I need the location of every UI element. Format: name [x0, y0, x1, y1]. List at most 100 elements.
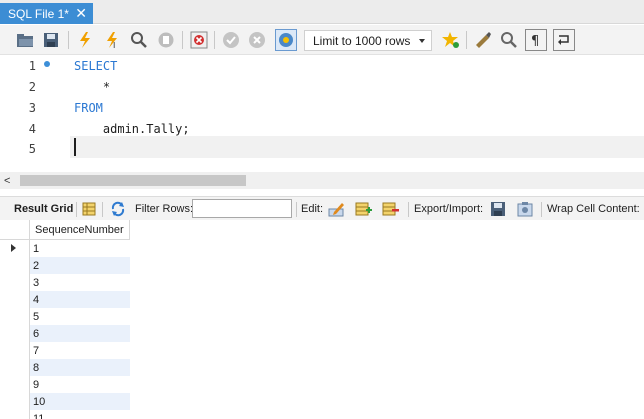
grid-header: SequenceNumber: [0, 220, 130, 240]
code-line[interactable]: SELECT: [74, 59, 117, 73]
import-icon[interactable]: [517, 197, 535, 221]
table-cell[interactable]: 11: [30, 410, 130, 419]
edit-text: Edit:: [301, 203, 324, 215]
toggle-error-icon[interactable]: [188, 29, 210, 51]
table-row[interactable]: 3: [0, 274, 130, 291]
result-grid[interactable]: SequenceNumber 1 2 3 4 5 6 7 8 9 10 11: [0, 220, 644, 419]
export-icon[interactable]: [490, 197, 508, 221]
table-cell[interactable]: 4: [30, 291, 130, 308]
rollback-icon[interactable]: [246, 29, 268, 51]
refresh-icon[interactable]: [110, 197, 126, 221]
horizontal-scrollbar[interactable]: <: [0, 172, 644, 189]
table-cell[interactable]: 9: [30, 376, 130, 393]
table-row[interactable]: 11: [0, 410, 130, 419]
result-grid-tab[interactable]: Result Grid: [14, 197, 73, 221]
row-header[interactable]: [0, 393, 30, 410]
table-row[interactable]: 7: [0, 342, 130, 359]
save-icon[interactable]: [40, 29, 62, 51]
filter-rows-input[interactable]: [192, 199, 292, 218]
scroll-left-icon[interactable]: <: [4, 175, 10, 187]
find-icon[interactable]: [498, 29, 520, 51]
tab-sql-file-1[interactable]: SQL File 1* ✕: [0, 3, 93, 24]
table-row[interactable]: 5: [0, 308, 130, 325]
line-number: 5: [28, 142, 36, 156]
table-cell[interactable]: 6: [30, 325, 130, 342]
table-cell[interactable]: 7: [30, 342, 130, 359]
table-row[interactable]: 9: [0, 376, 130, 393]
row-header[interactable]: [0, 257, 30, 274]
table-cell[interactable]: 5: [30, 308, 130, 325]
line-number: 1: [28, 59, 36, 73]
result-toolbar: Result Grid Filter Rows: Edit: Export/Im…: [0, 196, 644, 222]
invisible-chars-icon[interactable]: ¶: [525, 29, 547, 51]
table-row[interactable]: 6: [0, 325, 130, 342]
line-number: 4: [28, 122, 36, 136]
filter-rows-label: Filter Rows:: [135, 197, 193, 221]
tab-strip: SQL File 1* ✕: [0, 0, 644, 24]
row-header-corner: [0, 220, 30, 240]
toolbar-separator: [296, 202, 297, 217]
table-row[interactable]: 1: [0, 240, 130, 257]
table-cell[interactable]: 10: [30, 393, 130, 410]
explain-icon[interactable]: [128, 29, 150, 51]
wrap-cell-text: Wrap Cell Content:: [547, 203, 640, 215]
row-header[interactable]: [0, 240, 30, 257]
sql-editor[interactable]: 1 SELECT 2 * 3 FROM 4 admin.Tally; 5: [0, 56, 644, 172]
export-import-label: Export/Import:: [414, 197, 483, 221]
code-line[interactable]: FROM: [74, 101, 103, 115]
code-line[interactable]: *: [74, 80, 110, 94]
table-cell[interactable]: 1: [30, 240, 130, 257]
scrollbar-thumb[interactable]: [20, 175, 246, 186]
tab-title: SQL File 1*: [8, 6, 69, 21]
limit-rows-value: Limit to 1000 rows: [313, 33, 411, 48]
row-header[interactable]: [0, 308, 30, 325]
row-header[interactable]: [0, 342, 30, 359]
beautify-icon[interactable]: [472, 29, 494, 51]
table-cell[interactable]: 2: [30, 257, 130, 274]
code-line[interactable]: admin.Tally;: [74, 122, 190, 136]
toolbar-separator: [102, 202, 103, 217]
row-header[interactable]: [0, 325, 30, 342]
table-row[interactable]: 10: [0, 393, 130, 410]
row-header[interactable]: [0, 274, 30, 291]
table-row[interactable]: 8: [0, 359, 130, 376]
execute-icon[interactable]: [74, 29, 96, 51]
row-header[interactable]: [0, 291, 30, 308]
autocommit-icon[interactable]: [275, 29, 297, 51]
row-header[interactable]: [0, 376, 30, 393]
statement-marker-icon: [44, 61, 50, 67]
toolbar-separator: [541, 202, 542, 217]
table-cell[interactable]: 3: [30, 274, 130, 291]
line-number: 3: [28, 101, 36, 115]
toolbar-separator: [214, 31, 215, 49]
edit-label: Edit:: [301, 197, 323, 221]
wrap-cell-content-label: Wrap Cell Content:: [547, 197, 640, 221]
table-row[interactable]: 2: [0, 257, 130, 274]
column-header-label: SequenceNumber: [35, 223, 124, 236]
limit-rows-select[interactable]: Limit to 1000 rows: [304, 30, 432, 51]
toolbar-separator: [68, 31, 69, 49]
edit-row-icon[interactable]: [328, 197, 346, 221]
bookmark-icon[interactable]: [440, 29, 462, 51]
filter-rows-text: Filter Rows:: [135, 203, 194, 215]
column-header[interactable]: SequenceNumber: [30, 220, 130, 240]
svg-text:I: I: [113, 41, 115, 49]
row-header[interactable]: [0, 359, 30, 376]
result-grid-label: Result Grid: [14, 203, 74, 215]
add-row-icon[interactable]: [355, 197, 373, 221]
grid-view-icon[interactable]: [82, 197, 96, 221]
commit-icon[interactable]: [220, 29, 242, 51]
stop-icon[interactable]: [155, 29, 177, 51]
toolbar-separator: [182, 31, 183, 49]
chevron-down-icon: [419, 39, 425, 43]
table-cell[interactable]: 8: [30, 359, 130, 376]
delete-row-icon[interactable]: [382, 197, 400, 221]
execute-current-icon[interactable]: I: [101, 29, 123, 51]
row-header[interactable]: [0, 410, 30, 419]
table-row[interactable]: 4: [0, 291, 130, 308]
close-icon[interactable]: ✕: [75, 5, 87, 21]
wrap-icon[interactable]: [553, 29, 575, 51]
text-cursor: [74, 138, 76, 156]
current-line-highlight: [70, 136, 644, 158]
open-folder-icon[interactable]: [14, 29, 36, 51]
